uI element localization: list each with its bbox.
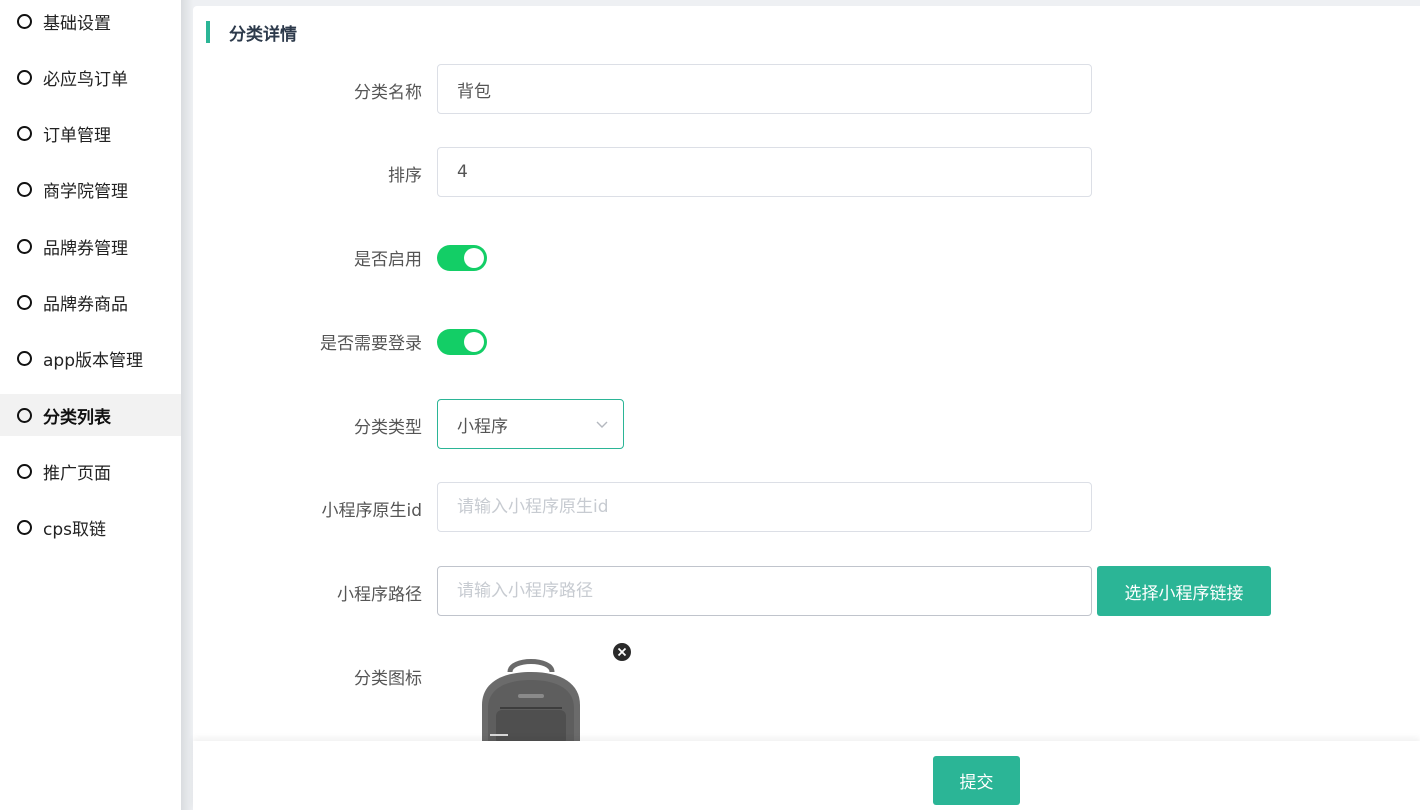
circle-icon <box>17 181 32 197</box>
circle-icon <box>17 350 32 366</box>
login-required-switch[interactable] <box>437 329 487 355</box>
appid-label: 小程序原生id <box>321 501 422 521</box>
submit-button[interactable]: 提交 <box>933 756 1020 805</box>
type-select-value: 小程序 <box>457 416 508 437</box>
sidebar-item-label: 品牌券管理 <box>43 238 128 259</box>
sort-label: 排序 <box>388 166 422 186</box>
main-card <box>193 6 1420 810</box>
icon-label: 分类图标 <box>354 669 422 689</box>
sidebar-item-label: app版本管理 <box>43 350 143 371</box>
circle-icon <box>17 238 32 254</box>
circle-icon <box>17 125 32 141</box>
sidebar-item-cps-link[interactable]: cps取链 <box>0 506 181 548</box>
sidebar: 基础设置 必应鸟订单 订单管理 商学院管理 品牌券管理 品牌券商品 app版本管… <box>0 0 181 810</box>
select-miniprogram-link-button[interactable]: 选择小程序链接 <box>1097 566 1271 616</box>
name-label: 分类名称 <box>354 83 422 103</box>
sidebar-item-label: cps取链 <box>43 519 106 540</box>
category-icon-image[interactable] <box>460 650 610 745</box>
sidebar-item-label: 品牌券商品 <box>43 294 128 315</box>
circle-icon <box>17 519 32 535</box>
sort-input[interactable] <box>437 147 1092 197</box>
footer-bar <box>193 741 1420 810</box>
switch-knob <box>464 332 484 352</box>
sidebar-item-promotion-pages[interactable]: 推广页面 <box>0 450 181 492</box>
sidebar-item-label: 基础设置 <box>43 13 111 34</box>
sidebar-item-category-list[interactable]: 分类列表 <box>0 394 181 436</box>
sidebar-item-academy-management[interactable]: 商学院管理 <box>0 168 181 210</box>
sidebar-item-app-version-management[interactable]: app版本管理 <box>0 337 181 379</box>
enabled-label: 是否启用 <box>354 250 422 270</box>
name-input[interactable] <box>437 64 1092 114</box>
remove-image-icon[interactable] <box>613 643 631 661</box>
sidebar-item-label: 推广页面 <box>43 463 111 484</box>
sidebar-item-label: 订单管理 <box>43 125 111 146</box>
sidebar-item-order-management[interactable]: 订单管理 <box>0 112 181 154</box>
circle-icon <box>17 13 32 29</box>
enabled-switch[interactable] <box>437 245 487 271</box>
appid-input[interactable] <box>437 482 1092 532</box>
backpack-image <box>482 659 580 745</box>
sidebar-item-basic-settings[interactable]: 基础设置 <box>0 0 181 42</box>
type-label: 分类类型 <box>354 418 422 438</box>
close-icon <box>617 647 627 657</box>
circle-icon <box>17 69 32 85</box>
section-title: 分类详情 <box>229 25 297 45</box>
circle-icon <box>17 463 32 479</box>
section-accent-bar <box>206 21 210 43</box>
sidebar-item-biyingniao-orders[interactable]: 必应鸟订单 <box>0 56 181 98</box>
path-label: 小程序路径 <box>337 585 422 605</box>
sidebar-item-brand-coupon-management[interactable]: 品牌券管理 <box>0 225 181 267</box>
circle-icon <box>17 407 32 423</box>
login-required-label: 是否需要登录 <box>320 334 422 354</box>
sidebar-divider <box>181 0 193 810</box>
chevron-down-icon <box>596 421 608 428</box>
path-input[interactable] <box>437 566 1092 616</box>
sidebar-item-brand-coupon-products[interactable]: 品牌券商品 <box>0 281 181 323</box>
switch-knob <box>464 248 484 268</box>
sidebar-item-label: 必应鸟订单 <box>43 69 128 90</box>
type-select[interactable]: 小程序 <box>437 399 624 449</box>
circle-icon <box>17 294 32 310</box>
sidebar-item-label: 商学院管理 <box>43 181 128 202</box>
sidebar-item-label: 分类列表 <box>43 407 111 428</box>
